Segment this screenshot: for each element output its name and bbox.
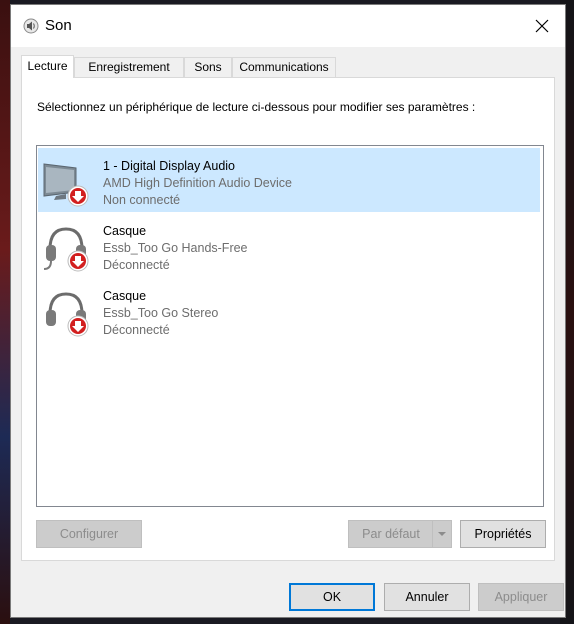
set-default-button[interactable]: Par défaut <box>348 520 452 548</box>
device-description: AMD High Definition Audio Device <box>103 176 292 190</box>
ok-button[interactable]: OK <box>289 583 375 611</box>
configure-button[interactable]: Configurer <box>36 520 142 548</box>
set-default-dropdown[interactable] <box>432 521 451 547</box>
speaker-icon <box>23 18 39 34</box>
cancel-button[interactable]: Annuler <box>384 583 470 611</box>
title-bar: Son <box>11 5 565 47</box>
device-status: Déconnecté <box>103 323 170 337</box>
device-status: Déconnecté <box>103 258 170 272</box>
close-button[interactable] <box>519 5 565 47</box>
headphones-icon <box>46 292 89 337</box>
monitor-icon <box>43 163 89 207</box>
sound-dialog: Son Lecture Enregistrement Sons Communic… <box>10 4 566 618</box>
device-name: Casque <box>103 224 147 238</box>
set-default-label: Par défaut <box>362 527 420 541</box>
device-list[interactable]: 1 - Digital Display Audio AMD High Defin… <box>36 145 544 507</box>
device-item-casque-hands-free[interactable]: Casque Essb_Too Go Hands-Free Déconnecté <box>38 213 540 277</box>
chevron-down-icon <box>438 532 446 536</box>
tab-lecture[interactable]: Lecture <box>21 55 74 78</box>
tab-communications[interactable]: Communications <box>232 57 336 77</box>
device-item-digital-display-audio[interactable]: 1 - Digital Display Audio AMD High Defin… <box>38 148 540 212</box>
headset-icon <box>43 227 89 272</box>
close-icon <box>535 19 549 33</box>
device-description: Essb_Too Go Hands-Free <box>103 241 248 255</box>
window-title: Son <box>45 17 72 34</box>
tab-enregistrement[interactable]: Enregistrement <box>74 57 184 77</box>
device-name: Casque <box>103 289 147 303</box>
device-description: Essb_Too Go Stereo <box>103 306 219 320</box>
tab-panel: Sélectionnez un périphérique de lecture … <box>21 77 555 561</box>
properties-button[interactable]: Propriétés <box>460 520 546 548</box>
device-status: Non connecté <box>103 193 181 207</box>
device-name: 1 - Digital Display Audio <box>103 159 236 173</box>
desktop-background-left <box>0 0 10 624</box>
instructions-text: Sélectionnez un périphérique de lecture … <box>37 100 476 114</box>
device-item-casque-stereo[interactable]: Casque Essb_Too Go Stereo Déconnecté <box>38 278 540 342</box>
apply-button[interactable]: Appliquer <box>478 583 564 611</box>
tab-sons[interactable]: Sons <box>184 57 232 77</box>
